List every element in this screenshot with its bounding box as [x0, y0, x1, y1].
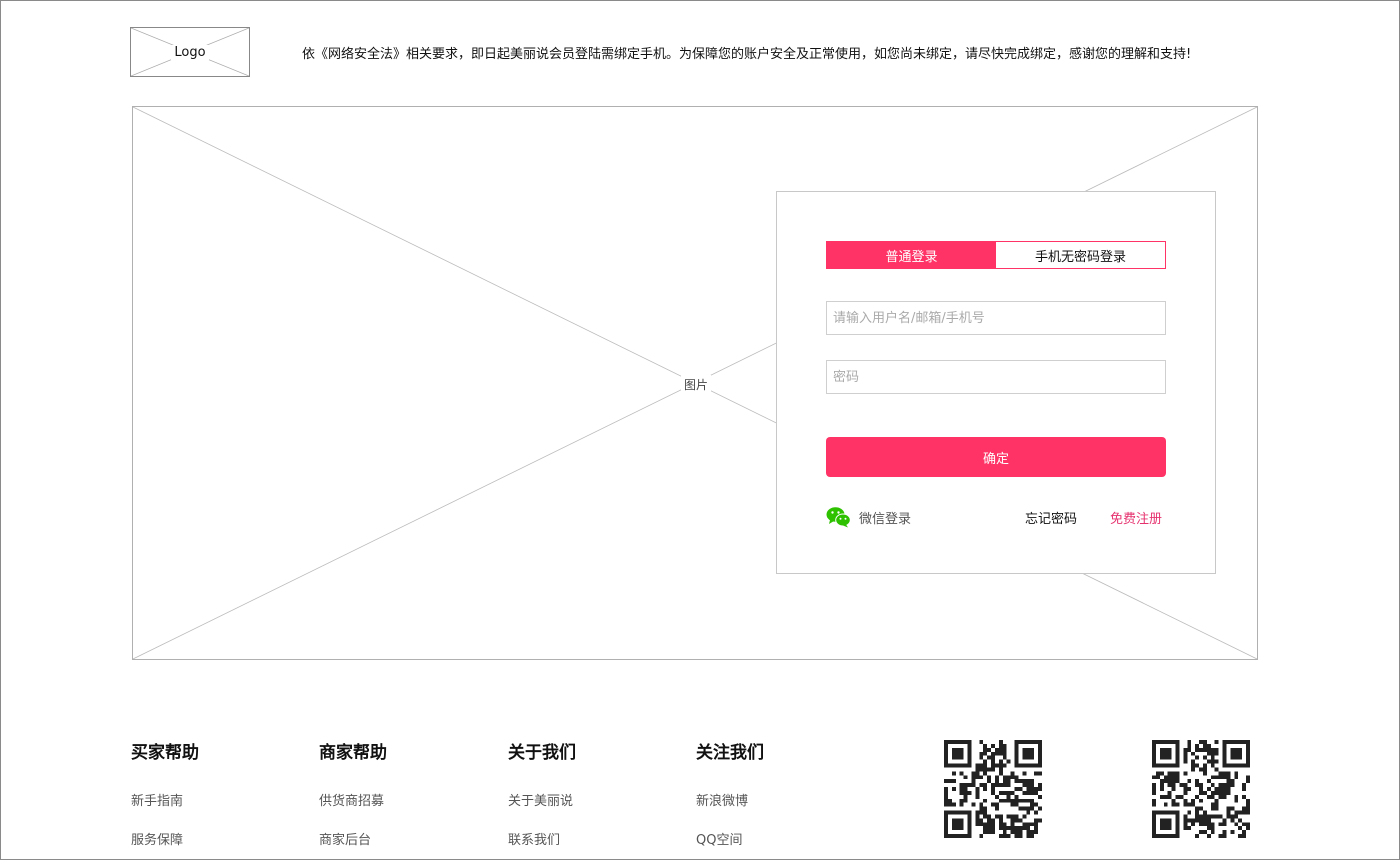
footer-column-buyer-help: 买家帮助 新手指南 服务保障	[131, 738, 199, 848]
footer-link[interactable]: QQ空间	[696, 829, 742, 848]
footer-link[interactable]: 商家后台	[319, 829, 371, 848]
qr-code-icon	[1152, 740, 1250, 838]
footer-link[interactable]: 联系我们	[508, 829, 560, 848]
confirm-button[interactable]: 确定	[826, 437, 1166, 477]
tab-phone-login[interactable]: 手机无密码登录	[996, 242, 1165, 268]
forgot-password-link[interactable]: 忘记密码	[1025, 508, 1077, 527]
footer-column-title: 商家帮助	[319, 743, 387, 763]
password-input[interactable]	[826, 360, 1166, 394]
wechat-login-link[interactable]: 微信登录	[826, 506, 911, 528]
wechat-login-label: 微信登录	[859, 511, 912, 527]
username-input[interactable]	[826, 301, 1166, 335]
wechat-icon	[826, 507, 851, 528]
footer-link[interactable]: 新手指南	[131, 790, 183, 809]
logo-text: Logo	[171, 44, 209, 60]
footer-column-title: 关于我们	[508, 743, 576, 763]
footer-column-title: 买家帮助	[131, 743, 199, 763]
login-tabs: 普通登录 手机无密码登录	[826, 241, 1166, 269]
footer-column-about-us: 关于我们 关于美丽说 联系我们	[508, 738, 576, 848]
login-panel: 普通登录 手机无密码登录 确定 微信登录 忘记密码 免费注册	[776, 191, 1216, 574]
register-link[interactable]: 免费注册	[1110, 508, 1162, 527]
footer-link[interactable]: 供货商招募	[319, 790, 384, 809]
footer-link[interactable]: 服务保障	[131, 829, 183, 848]
footer-column-title: 关注我们	[696, 743, 764, 763]
footer-column-merchant-help: 商家帮助 供货商招募 商家后台	[319, 738, 387, 848]
qr-code-icon	[944, 740, 1042, 838]
footer-link[interactable]: 关于美丽说	[508, 790, 573, 809]
footer-link[interactable]: 新浪微博	[696, 790, 748, 809]
hero-image-label: 图片	[681, 375, 712, 394]
footer-column-follow-us: 关注我们 新浪微博 QQ空间	[696, 738, 764, 848]
logo[interactable]: Logo	[130, 27, 250, 77]
tab-normal-login[interactable]: 普通登录	[827, 242, 996, 268]
binding-notice: 依《网络安全法》相关要求，即日起美丽说会员登陆需绑定手机。为保障您的账户安全及正…	[302, 47, 1192, 62]
